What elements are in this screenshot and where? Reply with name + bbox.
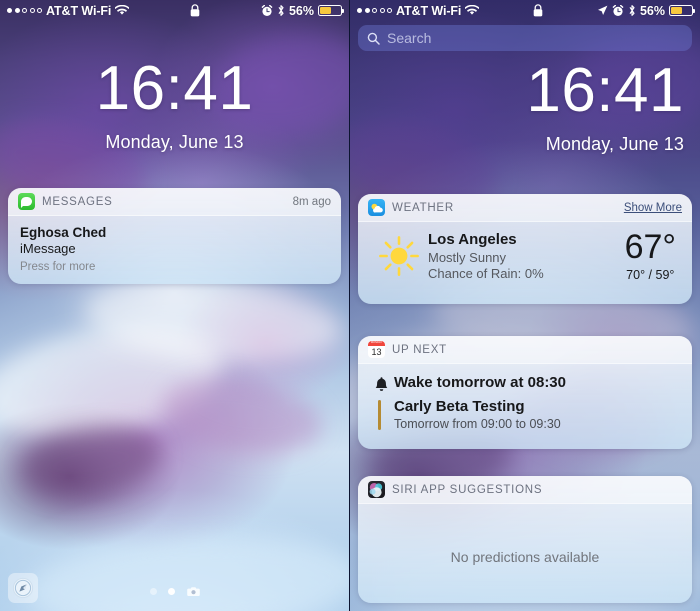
screenshot-root: AT&T Wi-Fi 56% 16:41 Monday, June 13 MES… <box>0 0 700 611</box>
up-next-event[interactable]: Wake tomorrow at 08:30 <box>368 374 682 392</box>
battery-percent-label: 56% <box>288 3 314 18</box>
notification-sender: Eghosa Ched <box>20 225 107 240</box>
weather-app-icon <box>368 199 385 216</box>
widget-up-next-header: MONDAY 13 UP NEXT <box>358 336 692 364</box>
weather-temperature: 67° <box>624 228 676 266</box>
widget-up-next[interactable]: MONDAY 13 UP NEXT Wake tomorrow at 08:30 <box>358 336 692 449</box>
notification-service: iMessage <box>20 241 76 256</box>
lock-clock-right: 16:41 Monday, June 13 <box>350 60 700 155</box>
camera-icon[interactable] <box>186 586 200 597</box>
wifi-icon <box>465 5 480 15</box>
status-left-group: AT&T Wi-Fi <box>7 3 130 18</box>
status-bar-left: AT&T Wi-Fi 56% <box>0 0 349 21</box>
bluetooth-icon <box>629 5 635 16</box>
siri-app-icon <box>368 481 385 498</box>
weather-city: Los Angeles <box>428 231 517 248</box>
widget-siri-header: SIRI APP SUGGESTIONS <box>358 476 692 504</box>
clock-time: 16:41 <box>95 54 254 123</box>
calendar-icon-day: 13 <box>371 346 382 357</box>
up-next-event-subtitle: Tomorrow from 09:00 to 09:30 <box>394 417 561 431</box>
weather-condition: Mostly Sunny <box>428 250 507 265</box>
wifi-icon <box>115 5 130 15</box>
notification-app-name: MESSAGES <box>42 195 113 208</box>
status-right-group: 56% <box>261 3 344 18</box>
widget-weather[interactable]: WEATHER Show More Los Angeles Mostly Sun… <box>358 194 692 304</box>
alarm-clock-icon <box>612 4 624 16</box>
weather-high-low: 70° / 59° <box>626 268 675 282</box>
up-next-event[interactable]: Carly Beta Testing Tomorrow from 09:00 t… <box>368 398 682 431</box>
status-center-group <box>129 4 261 17</box>
location-arrow-icon <box>597 5 608 15</box>
notification-messages[interactable]: MESSAGES 8m ago Eghosa Ched iMessage Pre… <box>8 188 341 284</box>
battery-icon <box>318 5 344 16</box>
status-right-group: 56% <box>597 3 695 18</box>
carrier-label: AT&T Wi-Fi <box>396 3 462 18</box>
search-input[interactable]: Search <box>358 25 692 51</box>
signal-strength-dots <box>7 8 42 13</box>
lock-icon <box>533 4 543 17</box>
calendar-app-icon: MONDAY 13 <box>368 341 385 358</box>
up-next-event-title: Wake tomorrow at 08:30 <box>394 374 566 391</box>
show-more-button[interactable]: Show More <box>624 202 682 214</box>
alarm-bell-icon <box>368 374 394 392</box>
clock-date: Monday, June 13 <box>105 132 244 152</box>
clock-date: Monday, June 13 <box>545 134 684 154</box>
status-bar-right: AT&T Wi-Fi 56% <box>350 0 700 21</box>
widget-siri-title: SIRI APP SUGGESTIONS <box>392 483 543 496</box>
page-dot[interactable] <box>149 588 157 595</box>
bluetooth-icon <box>278 5 284 16</box>
right-widgets-screen: AT&T Wi-Fi 56% Search 16:41 Monday, June… <box>350 0 700 611</box>
lock-icon <box>190 4 200 17</box>
page-indicator <box>0 586 349 597</box>
page-dot-active[interactable] <box>167 588 175 595</box>
battery-icon <box>669 5 695 16</box>
messages-app-icon <box>18 193 35 210</box>
siri-empty-message: No predictions available <box>450 549 600 565</box>
search-placeholder: Search <box>387 30 432 46</box>
signal-strength-dots <box>357 8 392 13</box>
status-center-group <box>479 4 597 17</box>
widget-weather-title: WEATHER <box>392 201 454 214</box>
notification-timestamp: 8m ago <box>292 195 331 208</box>
weather-rain-chance: Chance of Rain: 0% <box>428 266 544 281</box>
notification-header: MESSAGES 8m ago <box>8 188 341 216</box>
notification-hint: Press for more <box>20 261 96 273</box>
widget-up-next-title: UP NEXT <box>392 343 447 356</box>
left-lock-screen: AT&T Wi-Fi 56% 16:41 Monday, June 13 MES… <box>0 0 350 611</box>
up-next-event-title: Carly Beta Testing <box>394 398 525 415</box>
widget-up-next-body: Wake tomorrow at 08:30 Carly Beta Testin… <box>358 364 692 449</box>
clock-time: 16:41 <box>526 56 684 125</box>
widget-siri-suggestions[interactable]: SIRI APP SUGGESTIONS No predictions avai… <box>358 476 692 603</box>
sun-icon <box>370 233 428 279</box>
widget-weather-header: WEATHER Show More <box>358 194 692 222</box>
lock-clock-left: 16:41 Monday, June 13 <box>0 58 349 153</box>
battery-percent-label: 56% <box>639 3 665 18</box>
search-icon <box>367 32 380 45</box>
alarm-clock-icon <box>261 4 273 16</box>
event-color-bar <box>378 400 381 430</box>
lock-bottom-bar <box>0 559 349 611</box>
widget-weather-body: Los Angeles Mostly Sunny Chance of Rain:… <box>358 222 692 304</box>
carrier-label: AT&T Wi-Fi <box>46 3 112 18</box>
status-left-group: AT&T Wi-Fi <box>357 3 480 18</box>
notification-body: Eghosa Ched iMessage Press for more <box>8 216 341 284</box>
widget-siri-body: No predictions available <box>358 504 692 603</box>
